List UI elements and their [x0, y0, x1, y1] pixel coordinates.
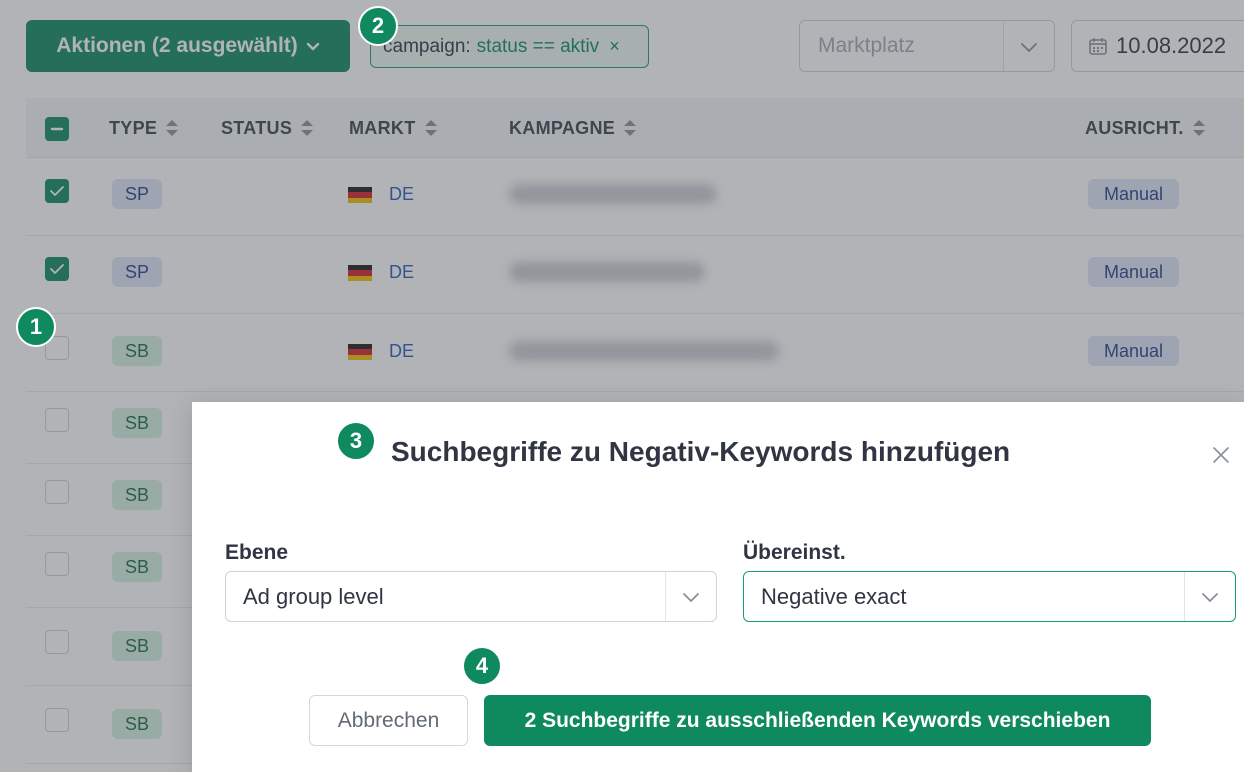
match-type-label: Übereinst. — [743, 541, 846, 564]
chevron-down-icon — [1202, 593, 1218, 603]
move-keywords-button[interactable]: 2 Suchbegriffe zu ausschließenden Keywor… — [484, 695, 1151, 746]
ebene-label: Ebene — [225, 541, 289, 564]
chevron-down-icon — [683, 593, 699, 603]
ebene-value: Ad group level — [243, 583, 384, 609]
ebene-select[interactable]: Ad group level — [225, 571, 717, 622]
match-type-select[interactable]: Negative exact — [743, 571, 1236, 622]
step-marker-4: 4 — [462, 646, 502, 686]
step-marker-2: 2 — [358, 6, 398, 46]
close-icon[interactable] — [1206, 440, 1236, 470]
step-marker-3: 3 — [336, 421, 376, 461]
dialog-title: Suchbegriffe zu Negativ-Keywords hinzufü… — [391, 436, 1011, 467]
step-marker-1: 1 — [16, 307, 56, 347]
cancel-button[interactable]: Abbrechen — [309, 695, 468, 746]
match-type-value: Negative exact — [761, 583, 907, 609]
